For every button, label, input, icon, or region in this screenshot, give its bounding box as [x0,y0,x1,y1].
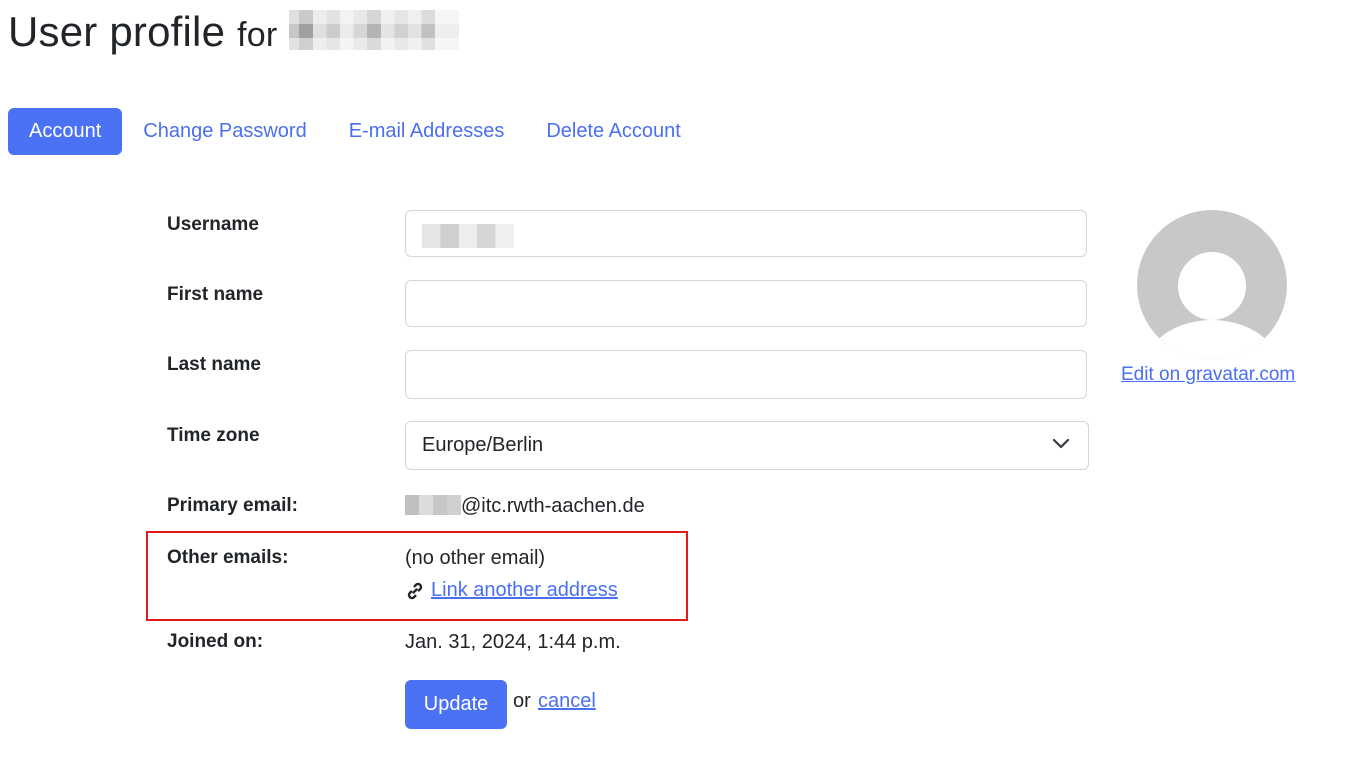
page-title: User profile for [8,6,460,56]
first-name-input[interactable] [405,280,1087,327]
other-emails-value: (no other email) [405,547,546,569]
first-name-label: First name [167,284,264,305]
redacted-username-value [422,224,514,248]
link-another-address-link[interactable]: Link another address [431,579,618,602]
update-button[interactable]: Update [405,680,507,729]
tab-email-addresses[interactable]: E-mail Addresses [328,108,526,155]
page-title-text: User profile [8,8,226,55]
tab-delete-account[interactable]: Delete Account [525,108,702,155]
username-label: Username [167,214,259,235]
primary-email-label: Primary email: [167,495,298,516]
edit-gravatar-link[interactable]: Edit on gravatar.com [1121,364,1295,386]
cancel-link[interactable]: cancel [538,690,596,713]
chevron-down-icon [1052,437,1070,455]
link-address-row: Link another address [405,579,618,602]
last-name-label: Last name [167,354,261,375]
redacted-username [289,10,460,50]
highlight-box [146,531,688,621]
page-title-for: for [237,16,278,54]
redacted-email-user [405,495,461,515]
tab-change-password[interactable]: Change Password [122,108,327,155]
other-emails-label: Other emails: [167,547,289,568]
primary-email-value: @itc.rwth-aachen.de [405,495,645,518]
joined-on-value: Jan. 31, 2024, 1:44 p.m. [405,631,621,653]
profile-tabs: Account Change Password E-mail Addresses… [8,108,702,155]
time-zone-label: Time zone [167,425,260,446]
primary-email-domain: @itc.rwth-aachen.de [461,495,645,517]
default-avatar-icon [1137,210,1287,360]
or-text: or [513,690,531,712]
time-zone-select[interactable]: Europe/Berlin [405,421,1089,470]
avatar [1137,210,1287,360]
link-icon [405,581,425,601]
last-name-input[interactable] [405,350,1087,399]
joined-on-label: Joined on: [167,631,264,652]
tab-account[interactable]: Account [8,108,123,155]
user-profile-page: User profile for Account Change Password… [0,0,1358,769]
time-zone-value: Europe/Berlin [422,434,544,456]
